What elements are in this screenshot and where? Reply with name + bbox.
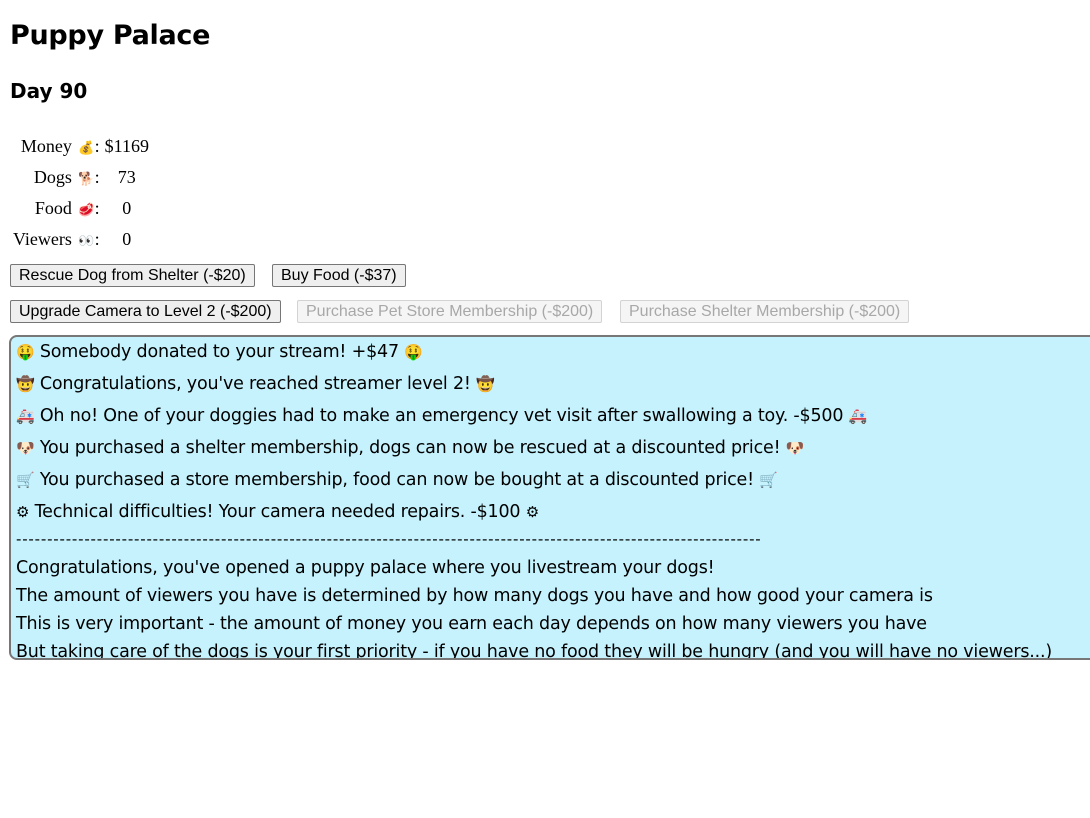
game-page: Puppy Palace Day 90 Money 💰: $1169 Dogs … — [0, 0, 1090, 818]
stat-row-food: Food 🥩: 0 — [12, 194, 150, 223]
stat-label-money: Money — [20, 136, 72, 156]
cowboy-face-icon: 🤠 — [476, 375, 495, 393]
stat-separator: : — [94, 136, 100, 156]
log-event: 🐶 You purchased a shelter membership, do… — [16, 434, 804, 462]
log-event: 🚑 Oh no! One of your doggies had to make… — [16, 402, 867, 430]
buy-food-button[interactable]: Buy Food (-$37) — [272, 264, 406, 287]
log-divider: ----------------------------------------… — [16, 530, 762, 548]
stat-row-viewers: Viewers 👀: 0 — [12, 225, 150, 254]
dog-icon: 🐕 — [78, 171, 95, 186]
stat-value-money: $1169 — [104, 136, 149, 156]
money-bag-icon: 💰 — [78, 140, 95, 155]
dog-face-icon: 🐶 — [16, 439, 35, 457]
shopping-cart-icon: 🛒 — [16, 471, 35, 489]
stat-separator: : — [94, 167, 100, 187]
meat-icon: 🥩 — [78, 202, 95, 217]
stat-value-food: 0 — [122, 198, 132, 218]
shelter-membership-button: Purchase Shelter Membership (-$200) — [620, 300, 910, 323]
cowboy-face-icon: 🤠 — [16, 375, 35, 393]
money-face-icon: 🤑 — [404, 343, 423, 361]
log-event-text: You purchased a store membership, food c… — [39, 470, 754, 490]
ambulance-icon: 🚑 — [848, 407, 868, 425]
log-event: ⚙ Technical difficulties! Your camera ne… — [16, 498, 539, 526]
day-counter: Day 90 — [10, 79, 88, 103]
intro-line: Congratulations, you've opened a puppy p… — [16, 558, 715, 578]
stat-value-dogs: 73 — [117, 167, 136, 187]
log-event: 🤑 Somebody donated to your stream! +$47 … — [16, 338, 423, 366]
log-event-text: Technical difficulties! Your camera need… — [34, 502, 521, 522]
dog-face-icon: 🐶 — [785, 439, 805, 457]
log-event-text: Congratulations, you've reached streamer… — [39, 374, 471, 394]
log-event: 🛒 You purchased a store membership, food… — [16, 466, 778, 494]
log-event-text: Somebody donated to your stream! +$47 — [39, 342, 399, 362]
pet-store-membership-button: Purchase Pet Store Membership (-$200) — [297, 300, 603, 323]
log-event: 🤠 Congratulations, you've reached stream… — [16, 370, 495, 398]
stat-value-viewers: 0 — [122, 229, 132, 249]
stat-row-money: Money 💰: $1169 — [12, 132, 150, 161]
log-event-text: You purchased a shelter membership, dogs… — [39, 438, 781, 458]
intro-line: But taking care of the dogs is your firs… — [16, 642, 1052, 660]
stat-label-viewers: Viewers — [13, 229, 72, 249]
gear-icon: ⚙ — [16, 503, 30, 521]
stat-separator: : — [94, 229, 100, 249]
event-log[interactable]: 🤑 Somebody donated to your stream! +$47 … — [9, 335, 1090, 660]
gear-icon: ⚙ — [525, 503, 539, 521]
upgrade-camera-button[interactable]: Upgrade Camera to Level 2 (-$200) — [10, 300, 281, 323]
stat-separator: : — [94, 198, 100, 218]
stats-table: Money 💰: $1169 Dogs 🐕: 73 Food 🥩: 0 View… — [10, 130, 152, 256]
rescue-dog-button[interactable]: Rescue Dog from Shelter (-$20) — [10, 264, 255, 287]
intro-line: This is very important - the amount of m… — [16, 614, 927, 634]
page-title: Puppy Palace — [10, 20, 211, 51]
stat-label-dogs: Dogs — [33, 167, 72, 187]
shopping-cart-icon: 🛒 — [759, 471, 778, 489]
ambulance-icon: 🚑 — [16, 407, 35, 425]
stat-label-food: Food — [34, 198, 72, 218]
stat-row-dogs: Dogs 🐕: 73 — [12, 163, 150, 192]
log-event-text: Oh no! One of your doggies had to make a… — [39, 406, 844, 426]
money-face-icon: 🤑 — [16, 343, 35, 361]
intro-line: The amount of viewers you have is determ… — [16, 586, 933, 606]
eyes-icon: 👀 — [78, 233, 95, 248]
